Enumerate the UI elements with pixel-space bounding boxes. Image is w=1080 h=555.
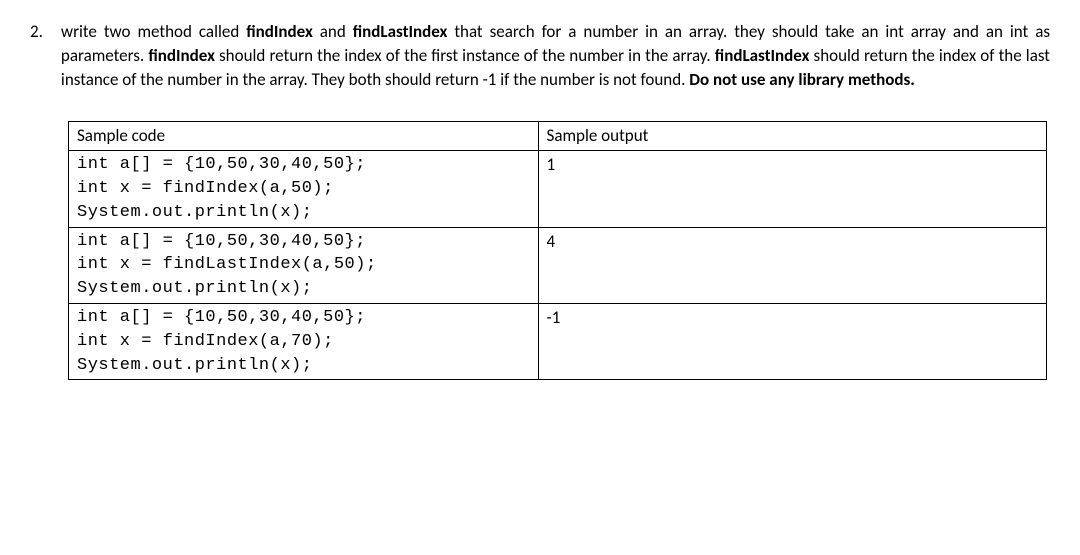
text-part: write two method called bbox=[61, 21, 246, 42]
sample-code-cell: int a[] = {10,50,30,40,50}; int x = find… bbox=[69, 303, 539, 379]
sample-table: Sample code Sample output int a[] = {10,… bbox=[68, 121, 1047, 380]
header-sample-output: Sample output bbox=[538, 122, 1047, 151]
text-part: should return the index of the first ins… bbox=[215, 45, 715, 66]
sample-code-cell: int a[] = {10,50,30,40,50}; int x = find… bbox=[69, 151, 539, 227]
text-part: and bbox=[313, 21, 353, 42]
sample-output-cell: -1 bbox=[538, 303, 1047, 379]
emphasis: Do not use any library methods. bbox=[689, 69, 915, 90]
method-name: findIndex bbox=[246, 21, 313, 42]
method-name: findLastIndex bbox=[715, 45, 810, 66]
method-name: findIndex bbox=[148, 45, 215, 66]
sample-output-cell: 1 bbox=[538, 151, 1047, 227]
sample-code-cell: int a[] = {10,50,30,40,50}; int x = find… bbox=[69, 227, 539, 303]
sample-output-cell: 4 bbox=[538, 227, 1047, 303]
table-header-row: Sample code Sample output bbox=[69, 122, 1047, 151]
header-sample-code: Sample code bbox=[69, 122, 539, 151]
table-row: int a[] = {10,50,30,40,50}; int x = find… bbox=[69, 303, 1047, 379]
table-row: int a[] = {10,50,30,40,50}; int x = find… bbox=[69, 227, 1047, 303]
question-number: 2. bbox=[30, 20, 43, 91]
question-text: write two method called findIndex and fi… bbox=[61, 20, 1050, 91]
question-block: 2. write two method called findIndex and… bbox=[30, 20, 1050, 91]
table-row: int a[] = {10,50,30,40,50}; int x = find… bbox=[69, 151, 1047, 227]
method-name: findLastIndex bbox=[353, 21, 448, 42]
